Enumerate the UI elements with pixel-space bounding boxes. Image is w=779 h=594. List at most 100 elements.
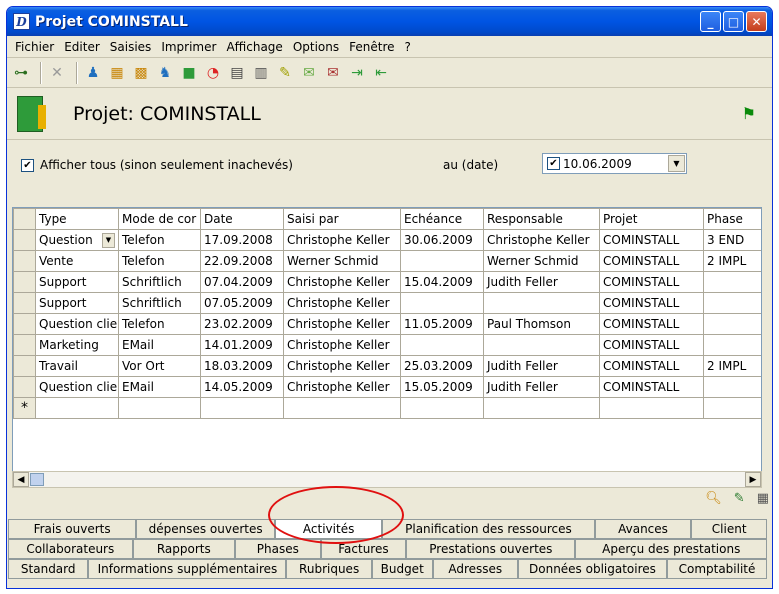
type-cell[interactable]: Question ▼: [35, 229, 119, 251]
table-cell[interactable]: COMINSTALL: [599, 376, 704, 398]
tab-phases[interactable]: Phases: [234, 539, 321, 559]
table-cell[interactable]: [35, 397, 119, 419]
table-cell[interactable]: [599, 397, 704, 419]
table-cell[interactable]: 22.09.2008: [200, 250, 284, 272]
table-cell[interactable]: 14.05.2009: [200, 376, 284, 398]
table-row[interactable]: Marketing EMail 14.01.2009 Christophe Ke…: [13, 334, 761, 356]
table-cell[interactable]: COMINSTALL: [599, 229, 704, 251]
table-cell[interactable]: [703, 397, 761, 419]
table-row[interactable]: Travail Vor Ort 18.03.2009 Christophe Ke…: [13, 355, 761, 377]
table-cell[interactable]: Werner Schmid: [283, 250, 401, 272]
table-cell[interactable]: [703, 376, 761, 398]
tab-informations-supplementaires[interactable]: Informations supplémentaires: [88, 559, 287, 579]
table-cell[interactable]: 14.01.2009: [200, 334, 284, 356]
table-cell[interactable]: Support: [35, 292, 119, 314]
tab-rapports[interactable]: Rapports: [132, 539, 235, 559]
column-header-date[interactable]: Date: [200, 208, 284, 230]
column-header-mode[interactable]: Mode de cor: [118, 208, 201, 230]
tab-budget[interactable]: Budget: [371, 559, 433, 579]
date-checkbox[interactable]: ✔: [547, 157, 560, 170]
row-selector[interactable]: [13, 229, 36, 251]
table-cell[interactable]: Werner Schmid: [483, 250, 600, 272]
table-cell[interactable]: Christophe Keller: [283, 334, 401, 356]
person-icon[interactable]: ♟: [83, 63, 103, 83]
table-view-icon[interactable]: ▦: [757, 491, 769, 506]
table-cell[interactable]: Judith Feller: [483, 355, 600, 377]
tab-avances[interactable]: Avances: [594, 519, 692, 539]
table-cell[interactable]: [400, 334, 484, 356]
table-cell[interactable]: [703, 313, 761, 335]
maximize-button[interactable]: □: [723, 11, 744, 32]
table-cell[interactable]: 18.03.2009: [200, 355, 284, 377]
building-icon[interactable]: ▦: [107, 63, 127, 83]
table-cell[interactable]: 2 IMPL: [703, 355, 761, 377]
mail-open-icon[interactable]: ✉: [299, 63, 319, 83]
table-cell[interactable]: [118, 397, 201, 419]
table-cell[interactable]: Christophe Keller: [283, 271, 401, 293]
row-selector[interactable]: [13, 355, 36, 377]
import-icon[interactable]: ⇤: [371, 63, 391, 83]
menu-fichier[interactable]: Fichier: [10, 40, 59, 54]
tab-frais-ouverts[interactable]: Frais ouverts: [8, 519, 137, 539]
horizontal-scrollbar[interactable]: ◀ ▶: [12, 471, 762, 488]
table-cell[interactable]: Vente: [35, 250, 119, 272]
tab-apercu-prestations[interactable]: Aperçu des prestations: [575, 539, 767, 559]
table-cell[interactable]: 17.09.2008: [200, 229, 284, 251]
table-cell[interactable]: COMINSTALL: [599, 292, 704, 314]
table-cell[interactable]: Christophe Keller: [283, 355, 401, 377]
tab-prestations-ouvertes[interactable]: Prestations ouvertes: [406, 539, 576, 559]
export-icon[interactable]: ⇥: [347, 63, 367, 83]
scroll-right-icon[interactable]: ▶: [745, 472, 761, 487]
table-cell[interactable]: Question clie: [35, 313, 119, 335]
chevron-down-icon[interactable]: ▼: [102, 232, 115, 248]
document-icon[interactable]: ▥: [251, 63, 271, 83]
table-cell[interactable]: Vor Ort: [118, 355, 201, 377]
table-cell[interactable]: Christophe Keller: [283, 376, 401, 398]
table-cell[interactable]: 15.04.2009: [400, 271, 484, 293]
table-cell[interactable]: Question clie: [35, 376, 119, 398]
stamp-icon[interactable]: ✎: [275, 63, 295, 83]
close-button[interactable]: ✕: [746, 11, 767, 32]
menu-help[interactable]: ?: [400, 40, 416, 54]
chevron-down-icon[interactable]: ▼: [668, 155, 685, 172]
table-cell[interactable]: 30.06.2009: [400, 229, 484, 251]
table-cell[interactable]: [483, 292, 600, 314]
table-cell[interactable]: Schriftlich: [118, 271, 201, 293]
table-cell[interactable]: [400, 397, 484, 419]
tab-rubriques[interactable]: Rubriques: [286, 559, 372, 579]
row-selector[interactable]: [13, 250, 36, 272]
table-cell[interactable]: EMail: [118, 334, 201, 356]
table-cell[interactable]: EMail: [118, 376, 201, 398]
table-cell[interactable]: [483, 334, 600, 356]
table-cell[interactable]: [703, 271, 761, 293]
green-box-icon[interactable]: ■: [179, 63, 199, 83]
table-row[interactable]: Question clie EMail 14.05.2009 Christoph…: [13, 376, 761, 398]
column-header-type[interactable]: Type: [35, 208, 119, 230]
table-cell[interactable]: Telefon: [118, 229, 201, 251]
table-cell[interactable]: Judith Feller: [483, 376, 600, 398]
tab-factures[interactable]: Factures: [320, 539, 407, 559]
people-icon[interactable]: ♞: [155, 63, 175, 83]
table-cell[interactable]: [483, 397, 600, 419]
table-row[interactable]: Vente Telefon 22.09.2008 Werner Schmid W…: [13, 250, 761, 272]
scroll-thumb[interactable]: [30, 473, 44, 486]
table-cell[interactable]: 07.05.2009: [200, 292, 284, 314]
tab-client[interactable]: Client: [691, 519, 767, 539]
table-cell[interactable]: [703, 334, 761, 356]
tab-activites[interactable]: Activités: [275, 519, 383, 539]
table-cell[interactable]: 15.05.2009: [400, 376, 484, 398]
menu-saisies[interactable]: Saisies: [105, 40, 157, 54]
column-header-responsable[interactable]: Responsable: [483, 208, 600, 230]
mail-icon[interactable]: ✉: [323, 63, 343, 83]
search-icon[interactable]: 🔍︎: [705, 491, 722, 506]
table-cell[interactable]: COMINSTALL: [599, 250, 704, 272]
row-selector[interactable]: [13, 313, 36, 335]
menu-options[interactable]: Options: [288, 40, 344, 54]
tab-adresses[interactable]: Adresses: [432, 559, 518, 579]
table-cell[interactable]: Christophe Keller: [283, 313, 401, 335]
menu-fenetre[interactable]: Fenêtre: [344, 40, 399, 54]
table-cell[interactable]: [400, 292, 484, 314]
row-selector[interactable]: [13, 376, 36, 398]
delete-icon[interactable]: ✕: [47, 63, 67, 83]
date-picker[interactable]: ✔ 10.06.2009 ▼: [542, 153, 687, 174]
